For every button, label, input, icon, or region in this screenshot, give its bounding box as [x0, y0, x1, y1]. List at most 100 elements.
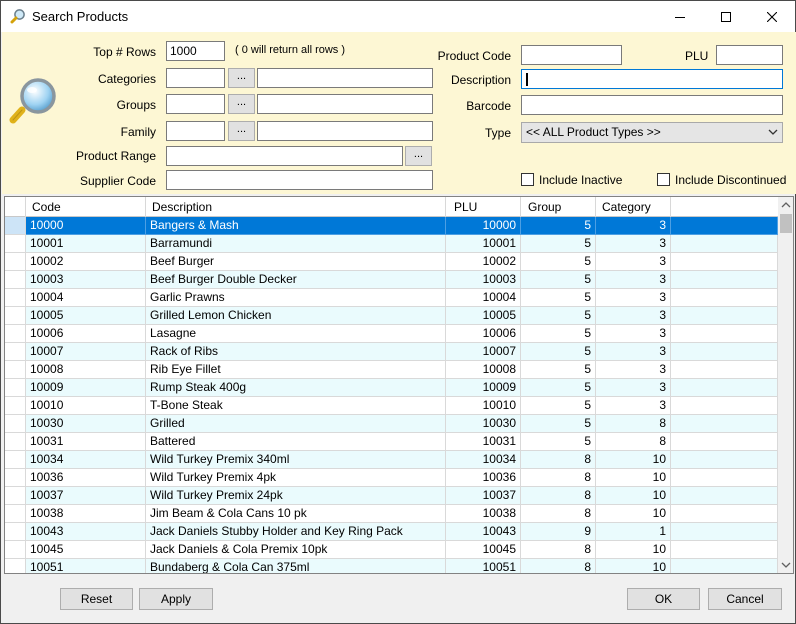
cell-description[interactable]: Grilled Lemon Chicken — [146, 307, 446, 325]
row-header[interactable] — [5, 253, 26, 271]
cell-code[interactable]: 10008 — [26, 361, 146, 379]
row-header[interactable] — [5, 523, 26, 541]
cell-code[interactable]: 10034 — [26, 451, 146, 469]
cell-description[interactable]: Jim Beam & Cola Cans 10 pk — [146, 505, 446, 523]
row-header[interactable] — [5, 415, 26, 433]
cell-group[interactable]: 5 — [521, 253, 596, 271]
cell-plu[interactable]: 10006 — [446, 325, 521, 343]
cell-group[interactable]: 5 — [521, 235, 596, 253]
cell-code[interactable]: 10030 — [26, 415, 146, 433]
cell-code[interactable]: 10037 — [26, 487, 146, 505]
cell-description[interactable]: Bundaberg & Cola Can 375ml — [146, 559, 446, 573]
cell-plu[interactable]: 10002 — [446, 253, 521, 271]
cell-category[interactable]: 8 — [596, 415, 671, 433]
table-row[interactable]: 10036 Wild Turkey Premix 4pk 10036 8 10 — [5, 469, 778, 487]
table-row[interactable]: 10008 Rib Eye Fillet 10008 5 3 — [5, 361, 778, 379]
table-row[interactable]: 10043 Jack Daniels Stubby Holder and Key … — [5, 523, 778, 541]
cell-group[interactable]: 5 — [521, 415, 596, 433]
cell-description[interactable]: Rack of Ribs — [146, 343, 446, 361]
cell-group[interactable]: 5 — [521, 379, 596, 397]
row-header[interactable] — [5, 271, 26, 289]
cell-category[interactable]: 3 — [596, 361, 671, 379]
supplier-code-input[interactable] — [166, 170, 433, 190]
column-header-category[interactable]: Category — [596, 197, 671, 217]
cell-plu[interactable]: 10036 — [446, 469, 521, 487]
minimize-button[interactable] — [657, 1, 703, 32]
family-browse-button[interactable]: ... — [228, 121, 255, 141]
cell-code[interactable]: 10006 — [26, 325, 146, 343]
cell-code[interactable]: 10036 — [26, 469, 146, 487]
cell-plu[interactable]: 10034 — [446, 451, 521, 469]
scroll-up-icon[interactable] — [781, 201, 791, 209]
table-row[interactable]: 10045 Jack Daniels & Cola Premix 10pk 1004… — [5, 541, 778, 559]
cell-code[interactable]: 10010 — [26, 397, 146, 415]
row-header[interactable] — [5, 451, 26, 469]
table-row[interactable]: 10009 Rump Steak 400g 10009 5 3 — [5, 379, 778, 397]
cell-description[interactable]: Beef Burger Double Decker — [146, 271, 446, 289]
table-row[interactable]: 10002 Beef Burger 10002 5 3 — [5, 253, 778, 271]
cell-description[interactable]: Jack Daniels Stubby Holder and Key Ring … — [146, 523, 446, 541]
cell-category[interactable]: 10 — [596, 559, 671, 573]
cancel-button[interactable]: Cancel — [708, 588, 782, 610]
table-row[interactable]: 10000 Bangers & Mash 10000 5 3 — [5, 217, 778, 235]
cell-group[interactable]: 8 — [521, 541, 596, 559]
close-button[interactable] — [749, 1, 795, 32]
cell-plu[interactable]: 10008 — [446, 361, 521, 379]
cell-plu[interactable]: 10005 — [446, 307, 521, 325]
row-header[interactable] — [5, 505, 26, 523]
cell-description[interactable]: Garlic Prawns — [146, 289, 446, 307]
type-dropdown[interactable]: << ALL Product Types >> — [521, 122, 783, 143]
row-header[interactable] — [5, 217, 26, 235]
cell-plu[interactable]: 10038 — [446, 505, 521, 523]
cell-plu[interactable]: 10030 — [446, 415, 521, 433]
description-input[interactable] — [521, 69, 783, 89]
include-discontinued-checkbox[interactable] — [657, 173, 670, 186]
row-header[interactable] — [5, 379, 26, 397]
cell-code[interactable]: 10031 — [26, 433, 146, 451]
family-code-input[interactable] — [166, 121, 225, 141]
cell-code[interactable]: 10045 — [26, 541, 146, 559]
cell-category[interactable]: 3 — [596, 343, 671, 361]
cell-group[interactable]: 8 — [521, 469, 596, 487]
cell-plu[interactable]: 10007 — [446, 343, 521, 361]
cell-description[interactable]: Wild Turkey Premix 340ml — [146, 451, 446, 469]
cell-group[interactable]: 8 — [521, 487, 596, 505]
product-range-browse-button[interactable]: ... — [405, 146, 432, 166]
table-row[interactable]: 10006 Lasagne 10006 5 3 — [5, 325, 778, 343]
maximize-button[interactable] — [703, 1, 749, 32]
cell-plu[interactable]: 10000 — [446, 217, 521, 235]
cell-code[interactable]: 10009 — [26, 379, 146, 397]
cell-code[interactable]: 10043 — [26, 523, 146, 541]
table-row[interactable]: 10005 Grilled Lemon Chicken 10005 5 3 — [5, 307, 778, 325]
products-grid[interactable]: Code Description PLU Group Category 1000… — [4, 196, 794, 574]
cell-plu[interactable]: 10031 — [446, 433, 521, 451]
apply-button[interactable]: Apply — [139, 588, 213, 610]
cell-plu[interactable]: 10009 — [446, 379, 521, 397]
cell-description[interactable]: Beef Burger — [146, 253, 446, 271]
cell-group[interactable]: 8 — [521, 505, 596, 523]
row-header[interactable] — [5, 469, 26, 487]
cell-description[interactable]: Wild Turkey Premix 24pk — [146, 487, 446, 505]
cell-code[interactable]: 10002 — [26, 253, 146, 271]
include-inactive-label[interactable]: Include Inactive — [539, 173, 622, 187]
table-row[interactable]: 10051 Bundaberg & Cola Can 375ml 10051 8 10 — [5, 559, 778, 573]
cell-category[interactable]: 10 — [596, 505, 671, 523]
table-row[interactable]: 10030 Grilled 10030 5 8 — [5, 415, 778, 433]
cell-plu[interactable]: 10037 — [446, 487, 521, 505]
cell-category[interactable]: 3 — [596, 379, 671, 397]
cell-description[interactable]: Bangers & Mash — [146, 217, 446, 235]
cell-code[interactable]: 10007 — [26, 343, 146, 361]
cell-group[interactable]: 5 — [521, 307, 596, 325]
cell-category[interactable]: 1 — [596, 523, 671, 541]
cell-description[interactable]: Grilled — [146, 415, 446, 433]
row-header[interactable] — [5, 487, 26, 505]
cell-category[interactable]: 3 — [596, 307, 671, 325]
cell-group[interactable]: 5 — [521, 217, 596, 235]
table-row[interactable]: 10034 Wild Turkey Premix 340ml 10034 8 10 — [5, 451, 778, 469]
include-inactive-checkbox[interactable] — [521, 173, 534, 186]
column-header-description[interactable]: Description — [146, 197, 446, 217]
cell-group[interactable]: 9 — [521, 523, 596, 541]
cell-plu[interactable]: 10051 — [446, 559, 521, 573]
plu-input[interactable] — [716, 45, 783, 65]
row-header[interactable] — [5, 235, 26, 253]
